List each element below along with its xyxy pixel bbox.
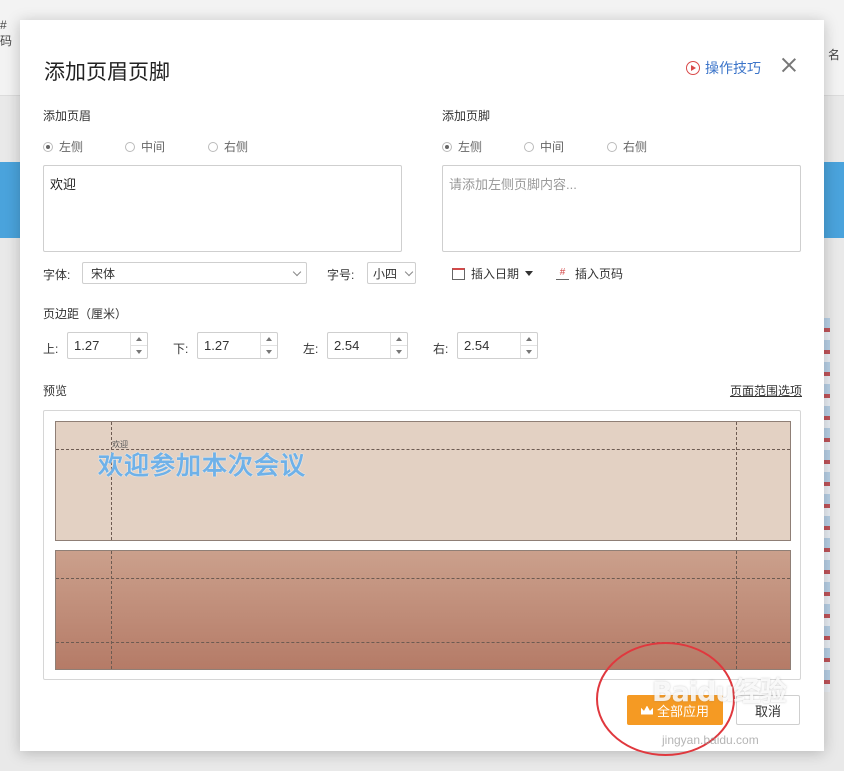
preview-slide-1: 欢迎 欢迎参加本次会议 xyxy=(55,421,791,541)
margin-right-value[interactable]: 2.54 xyxy=(458,333,520,358)
radio-dot-icon xyxy=(125,141,135,152)
margin-left-value[interactable]: 2.54 xyxy=(328,333,390,358)
radio-dot-icon xyxy=(607,141,617,152)
margins-label: 页边距（厘米） xyxy=(43,307,128,321)
preview-label: 预览 xyxy=(43,384,68,398)
close-icon[interactable] xyxy=(780,56,798,74)
header-text-input[interactable]: 欢迎 xyxy=(43,165,402,252)
tips-link[interactable]: 操作技巧 xyxy=(686,58,761,78)
margin-guide-right xyxy=(736,551,737,669)
increment-icon[interactable] xyxy=(261,333,277,346)
header-section-label: 添加页眉 xyxy=(43,109,92,123)
decrement-icon[interactable] xyxy=(521,346,537,358)
increment-icon[interactable] xyxy=(131,333,147,346)
radio-dot-icon xyxy=(43,141,53,152)
preview-slide-2 xyxy=(55,550,791,670)
chevron-down-icon xyxy=(292,267,302,276)
margin-bottom-label: 下: xyxy=(173,342,189,356)
decrement-icon[interactable] xyxy=(391,346,407,358)
margin-guide-bottom xyxy=(56,642,790,643)
page-number-icon: # xyxy=(556,267,569,280)
preview-slide-title: 欢迎参加本次会议 xyxy=(98,451,307,480)
margin-left-stepper[interactable]: 2.54 xyxy=(327,332,408,359)
margin-top-value[interactable]: 1.27 xyxy=(68,333,130,358)
cancel-button[interactable]: 取消 xyxy=(736,695,800,725)
footer-section-label: 添加页脚 xyxy=(442,109,491,123)
radio-dot-icon xyxy=(524,141,534,152)
calendar-icon xyxy=(452,267,465,280)
margin-top-stepper[interactable]: 1.27 xyxy=(67,332,148,359)
header-radio-right[interactable]: 右侧 xyxy=(208,138,248,155)
decrement-icon[interactable] xyxy=(261,346,277,358)
increment-icon[interactable] xyxy=(391,333,407,346)
page-range-options-link[interactable]: 页面范围选项 xyxy=(730,382,802,399)
header-radio-center[interactable]: 中间 xyxy=(125,138,165,155)
insert-date-button[interactable]: 插入日期 xyxy=(452,265,534,282)
chevron-down-icon xyxy=(404,267,414,276)
footer-radio-left[interactable]: 左侧 xyxy=(442,138,482,155)
preview-panel: 欢迎 欢迎参加本次会议 xyxy=(43,410,801,680)
header-footer-dialog: 添加页眉页脚 操作技巧 添加页眉 左侧 中间 右侧 欢迎 添加页脚 左侧 中间 … xyxy=(20,20,824,751)
margin-right-stepper[interactable]: 2.54 xyxy=(457,332,538,359)
radio-dot-icon xyxy=(208,141,218,152)
footer-text-input[interactable] xyxy=(442,165,801,252)
margin-bottom-value[interactable]: 1.27 xyxy=(198,333,260,358)
play-icon xyxy=(686,61,700,75)
apply-all-button[interactable]: 全部应用 xyxy=(627,695,723,725)
margin-top-label: 上: xyxy=(43,342,59,356)
dialog-title: 添加页眉页脚 xyxy=(44,61,170,84)
font-select[interactable]: 宋体 xyxy=(82,262,307,284)
margin-bottom-stepper[interactable]: 1.27 xyxy=(197,332,278,359)
margin-guide-top xyxy=(56,578,790,579)
header-radio-left[interactable]: 左侧 xyxy=(43,138,83,155)
tips-label: 操作技巧 xyxy=(705,60,761,76)
footer-radio-center[interactable]: 中间 xyxy=(524,138,564,155)
slide-background-right xyxy=(824,162,844,238)
margin-guide-right xyxy=(736,422,737,540)
font-label: 字体: xyxy=(43,268,71,282)
margin-right-label: 右: xyxy=(433,342,449,356)
ribbon-right-tab[interactable]: 名 xyxy=(828,46,840,63)
increment-icon[interactable] xyxy=(521,333,537,346)
insert-page-number-button[interactable]: # 插入页码 xyxy=(556,265,623,282)
font-size-select[interactable]: 小四 xyxy=(367,262,416,284)
ribbon-left-tab[interactable]: # 码 xyxy=(0,18,12,49)
radio-dot-icon xyxy=(442,141,452,152)
slide-background-left xyxy=(0,162,20,238)
margin-left-label: 左: xyxy=(303,342,319,356)
font-size-label: 字号: xyxy=(327,268,355,282)
margin-guide-left xyxy=(111,551,112,669)
crown-icon xyxy=(640,705,653,715)
footer-radio-right[interactable]: 右侧 xyxy=(607,138,647,155)
caret-down-icon xyxy=(525,271,534,276)
decrement-icon[interactable] xyxy=(131,346,147,358)
